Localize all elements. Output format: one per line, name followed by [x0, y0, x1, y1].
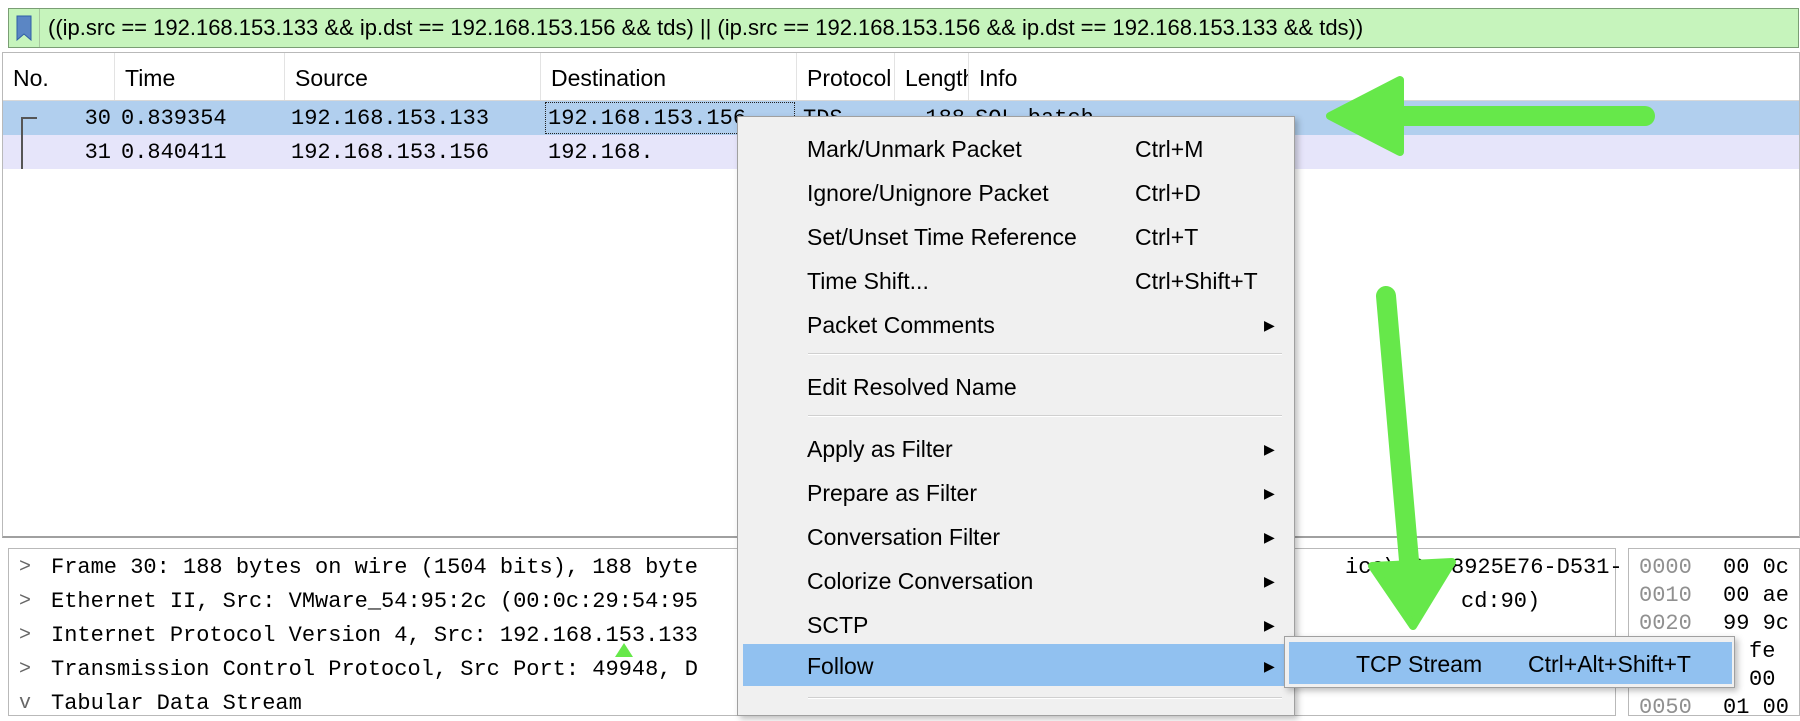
annotation-overlay	[1326, 76, 1655, 630]
down-arrow-icon	[1368, 286, 1456, 630]
left-arrow-icon	[1326, 76, 1655, 156]
